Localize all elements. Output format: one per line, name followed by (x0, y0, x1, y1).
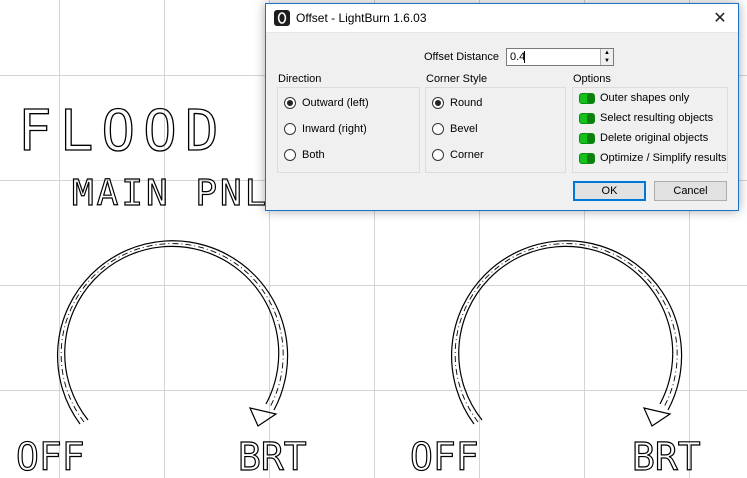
cancel-button[interactable]: Cancel (654, 181, 727, 201)
radio-both-label[interactable]: Both (302, 149, 325, 161)
radio-inward[interactable] (284, 123, 296, 135)
spin-down-icon[interactable]: ▼ (601, 57, 613, 65)
left-off-label[interactable]: OFF (15, 434, 85, 478)
offset-spinner[interactable]: ▲ ▼ (600, 49, 613, 65)
toggle-optimize-label[interactable]: Optimize / Simplify results (600, 152, 727, 164)
radio-inward-label[interactable]: Inward (right) (302, 123, 367, 135)
main-pnl-label[interactable]: MAIN PNL (71, 172, 269, 214)
radio-outward-label[interactable]: Outward (left) (302, 97, 369, 109)
radio-both[interactable] (284, 149, 296, 161)
right-off-label[interactable]: OFF (409, 434, 479, 478)
corner-style-group-label: Corner Style (426, 73, 488, 85)
radio-corner[interactable] (432, 149, 444, 161)
toggle-outer-shapes[interactable] (579, 93, 595, 104)
direction-group-label: Direction (278, 73, 322, 85)
offset-distance-value: 0.4 (510, 51, 526, 63)
toggle-optimize[interactable] (579, 153, 595, 164)
radio-round[interactable] (432, 97, 444, 109)
corner-style-group (425, 87, 566, 173)
close-icon[interactable]: ✕ (702, 4, 738, 32)
toggle-outer-shapes-label[interactable]: Outer shapes only (600, 92, 689, 104)
toggle-delete-original[interactable] (579, 133, 595, 144)
right-brt-label[interactable]: BRT (631, 434, 701, 478)
radio-bevel[interactable] (432, 123, 444, 135)
radio-round-label[interactable]: Round (450, 97, 482, 109)
toggle-select-resulting[interactable] (579, 113, 595, 124)
ok-button[interactable]: OK (573, 181, 646, 201)
offset-dialog: Offset - LightBurn 1.6.03 ✕ Offset Dista… (265, 3, 739, 211)
dialog-titlebar[interactable]: Offset - LightBurn 1.6.03 ✕ (266, 4, 738, 33)
offset-distance-input[interactable]: 0.4 ▲ ▼ (506, 48, 614, 66)
toggle-select-resulting-label[interactable]: Select resulting objects (600, 112, 713, 124)
lightburn-app-icon (274, 10, 290, 26)
options-group-label: Options (573, 73, 611, 85)
text-caret (524, 51, 525, 63)
offset-distance-label: Offset Distance (424, 51, 499, 63)
spin-up-icon[interactable]: ▲ (601, 49, 613, 57)
left-brt-label[interactable]: BRT (237, 434, 307, 478)
toggle-delete-original-label[interactable]: Delete original objects (600, 132, 708, 144)
dialog-title: Offset - LightBurn 1.6.03 (296, 11, 427, 25)
radio-corner-label[interactable]: Corner (450, 149, 484, 161)
left-knob-arc[interactable] (56, 240, 289, 427)
radio-outward[interactable] (284, 97, 296, 109)
right-knob-arc[interactable] (450, 240, 683, 427)
radio-bevel-label[interactable]: Bevel (450, 123, 478, 135)
